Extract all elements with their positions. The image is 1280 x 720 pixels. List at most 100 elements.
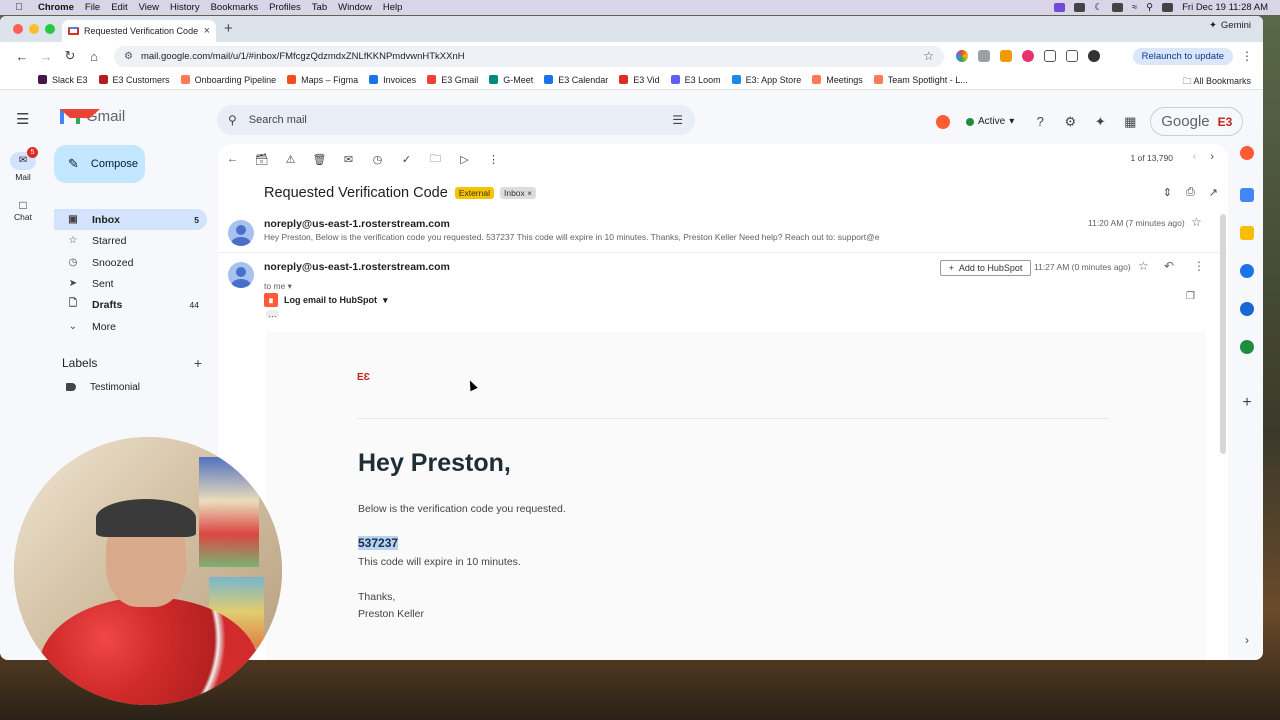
nav-sent[interactable]: ➤ Sent xyxy=(54,273,207,294)
open-new-window-icon[interactable]: ↗ xyxy=(1209,186,1218,199)
menu-profiles[interactable]: Profiles xyxy=(269,2,301,13)
relaunch-button[interactable]: Relaunch to update xyxy=(1132,47,1233,65)
expand-panel-icon[interactable]: › xyxy=(1240,633,1254,647)
menu-edit[interactable]: Edit xyxy=(111,2,127,13)
menu-file[interactable]: File xyxy=(85,2,100,13)
add-task-icon[interactable]: ✓ xyxy=(392,153,421,166)
extension-color-icon[interactable] xyxy=(956,50,968,62)
moon-icon[interactable]: ☾ xyxy=(1094,2,1103,13)
search-bar[interactable]: ⚲ Search mail ☰ xyxy=(217,105,695,135)
add-label-icon[interactable]: + xyxy=(194,355,202,371)
help-icon[interactable]: ? xyxy=(1030,112,1050,132)
rail-chat-button[interactable]: □ Chat xyxy=(10,198,36,222)
star-icon[interactable]: ☆ xyxy=(1138,259,1149,273)
search-options-icon[interactable]: ☰ xyxy=(672,113,683,127)
archive-icon[interactable]: 🗃 xyxy=(247,153,276,166)
compose-button[interactable]: ✎ Compose xyxy=(54,145,145,183)
gemini-icon[interactable]: ✦ xyxy=(1090,112,1110,132)
copy-icon[interactable]: ❐ xyxy=(1186,291,1195,302)
battery-icon[interactable] xyxy=(1111,3,1123,12)
menu-app-name[interactable]: Chrome xyxy=(38,2,74,13)
move-to-icon[interactable]: 🗀 xyxy=(421,150,450,169)
apple-icon[interactable]:  xyxy=(12,2,26,13)
snooze-icon[interactable]: ◷ xyxy=(363,153,392,166)
browser-tab[interactable]: Requested Verification Code × xyxy=(62,20,216,42)
expand-all-icon[interactable]: ⇕ xyxy=(1163,186,1172,199)
profile-avatar[interactable] xyxy=(1088,50,1100,62)
bookmark-star-icon[interactable]: ☆ xyxy=(923,49,934,63)
back-to-inbox-icon[interactable]: ← xyxy=(218,153,247,165)
bookmark-item[interactable]: E3: App Store xyxy=(731,75,801,85)
bookmark-item[interactable]: Onboarding Pipeline xyxy=(180,75,276,85)
gemini-button[interactable]: ✦ Gemini xyxy=(1209,20,1251,31)
hubspot-icon[interactable] xyxy=(936,114,950,129)
bookmark-item[interactable]: G-Meet xyxy=(489,75,533,85)
menu-history[interactable]: History xyxy=(170,2,200,13)
bookmark-item[interactable]: E3 Vid xyxy=(619,75,660,85)
back-icon[interactable]: ← xyxy=(10,49,34,64)
reply-icon[interactable]: ↶ xyxy=(1164,259,1174,273)
nav-snoozed[interactable]: ◷ Snoozed xyxy=(54,252,207,273)
nav-inbox[interactable]: ▣ Inbox 5 xyxy=(54,209,207,230)
nav-more[interactable]: ⌄ More xyxy=(54,316,207,337)
contacts-panel-icon[interactable] xyxy=(1240,302,1254,316)
status-icon[interactable] xyxy=(1074,3,1086,12)
nav-starred[interactable]: ☆ Starred xyxy=(54,230,207,251)
bookmark-item[interactable]: Team Spotlight - L... xyxy=(873,75,968,85)
status-dropdown[interactable]: Active ▾ xyxy=(960,113,1020,130)
print-icon[interactable]: ⎙ xyxy=(1186,186,1195,199)
forward-icon[interactable]: → xyxy=(34,49,58,64)
minimize-window-button[interactable] xyxy=(29,24,39,34)
add-addon-icon[interactable]: + xyxy=(1240,395,1254,411)
site-settings-icon[interactable]: ⚙ xyxy=(124,51,133,62)
keep-panel-icon[interactable] xyxy=(1240,226,1254,240)
label-testimonial[interactable]: Testimonial xyxy=(54,377,207,397)
extensions-puzzle-icon[interactable] xyxy=(1044,50,1056,62)
calendar-panel-icon[interactable] xyxy=(1240,188,1254,202)
hubspot-panel-icon[interactable] xyxy=(1240,146,1254,160)
search-input[interactable]: Search mail xyxy=(249,114,307,126)
next-page-icon[interactable]: › xyxy=(1210,151,1214,163)
menu-tab[interactable]: Tab xyxy=(312,2,327,13)
menu-window[interactable]: Window xyxy=(338,2,372,13)
bookmark-item[interactable]: E3 Calendar xyxy=(544,75,608,85)
new-tab-button[interactable]: + xyxy=(224,20,233,37)
bookmark-item[interactable]: Slack E3 xyxy=(38,75,88,85)
bookmark-item[interactable]: Invoices xyxy=(369,75,416,85)
tasks-panel-icon[interactable] xyxy=(1240,264,1254,278)
star-icon[interactable]: ☆ xyxy=(1191,215,1202,229)
nav-drafts[interactable]: 🗋 Drafts 44 xyxy=(54,294,207,315)
collapsed-message[interactable]: noreply@us-east-1.rosterstream.com Hey P… xyxy=(218,210,1228,253)
report-spam-icon[interactable]: ⚠ xyxy=(276,153,305,166)
zoom-window-button[interactable] xyxy=(45,24,55,34)
bookmark-item[interactable]: E3 Customers xyxy=(98,75,170,85)
close-window-button[interactable] xyxy=(13,24,23,34)
phone-panel-icon[interactable] xyxy=(1240,340,1254,354)
control-center-icon[interactable] xyxy=(1162,3,1174,12)
screen-record-icon[interactable] xyxy=(1054,3,1066,12)
all-bookmarks-button[interactable]: 🗀 All Bookmarks xyxy=(1182,74,1251,90)
extension-gray-icon[interactable] xyxy=(978,50,990,62)
search-icon[interactable]: ⚲ xyxy=(228,113,237,127)
url-bar[interactable]: ⚙ mail.google.com/mail/u/1/#inbox/FMfcgz… xyxy=(114,45,944,67)
log-email-hubspot[interactable]: ∎ Log email to HubSpot ▾ xyxy=(264,293,388,307)
extension-orange-icon[interactable] xyxy=(1000,50,1012,62)
scrollbar[interactable] xyxy=(1220,214,1226,454)
show-trimmed-content-button[interactable]: … xyxy=(266,310,279,319)
delete-icon[interactable]: 🗑 xyxy=(305,153,334,166)
chrome-menu-icon[interactable]: ⋮ xyxy=(1241,49,1253,63)
side-panel-icon[interactable] xyxy=(1066,50,1078,62)
more-vert-icon[interactable]: ⋮ xyxy=(1193,259,1205,273)
bookmark-item[interactable]: E3 Gmail xyxy=(427,75,478,85)
add-to-hubspot-button[interactable]: + Add to HubSpot xyxy=(940,260,1031,276)
menu-help[interactable]: Help xyxy=(383,2,403,13)
menubar-datetime[interactable]: Fri Dec 19 11:28 AM xyxy=(1182,2,1268,13)
home-icon[interactable]: ⌂ xyxy=(82,49,106,64)
account-button[interactable]: Google E3 xyxy=(1150,107,1244,136)
tab-close-icon[interactable]: × xyxy=(204,25,210,37)
main-menu-icon[interactable]: ☰ xyxy=(16,110,29,128)
menu-view[interactable]: View xyxy=(139,2,159,13)
inbox-label-chip[interactable]: Inbox × xyxy=(499,187,537,199)
label-icon[interactable]: ▷ xyxy=(450,153,479,166)
extension-pink-icon[interactable] xyxy=(1022,50,1034,62)
